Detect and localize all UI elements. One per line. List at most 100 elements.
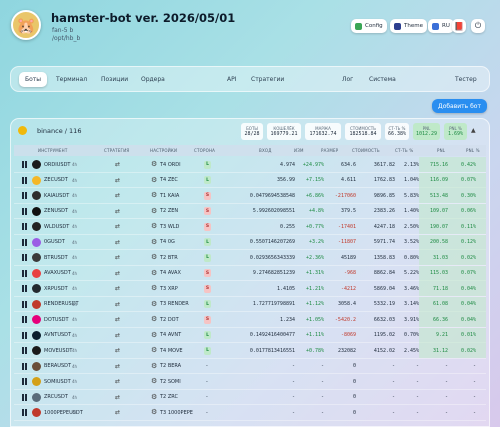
swap-icon[interactable]: ⇄ bbox=[115, 332, 120, 339]
settings-icon[interactable]: ⚙ bbox=[151, 331, 157, 339]
pause-icon[interactable] bbox=[22, 207, 27, 215]
table-row[interactable]: KAIAUSDT 4h ⇄ ⚙ T1 KAIA S 0.0479694538548 +6.86… bbox=[14, 188, 486, 204]
swap-icon[interactable]: ⇄ bbox=[115, 161, 120, 168]
setting-name[interactable]: T4 MOVE bbox=[160, 348, 183, 354]
instrument-symbol[interactable]: DOTUSDT bbox=[44, 317, 69, 323]
table-row[interactable]: BTRUSDT 4h ⇄ ⚙ T2 BTR L 0.0293656343339 +2.36% 4… bbox=[14, 250, 486, 266]
table-row[interactable]: 0GUSDT 4h ⇄ ⚙ T4 0G L 0.5507146207269 +3.2% -118… bbox=[14, 234, 486, 250]
pause-icon[interactable] bbox=[22, 176, 27, 184]
setting-name[interactable]: T2 ZRC bbox=[160, 394, 178, 400]
table-row[interactable]: DOTUSDT 4h ⇄ ⚙ T2 DOT S 1.234 +1.05% -5420.2 6632… bbox=[14, 312, 486, 328]
config-button[interactable]: Config bbox=[351, 19, 387, 33]
instrument-symbol[interactable]: AVAXUSDT bbox=[44, 270, 71, 276]
col-value-pct[interactable]: СТ-ТЬ % bbox=[395, 148, 413, 153]
tab-log[interactable]: Лог bbox=[336, 72, 359, 87]
table-row[interactable]: ZENUSDT 4h ⇄ ⚙ T2 ZEN S 5.992602098551 +4.8% 379… bbox=[14, 203, 486, 219]
instrument-symbol[interactable]: KAIAUSDT bbox=[44, 193, 69, 199]
pause-icon[interactable] bbox=[22, 223, 27, 230]
pause-icon[interactable] bbox=[22, 161, 27, 168]
swap-icon[interactable]: ⇄ bbox=[115, 270, 120, 277]
setting-name[interactable]: T2 BTR bbox=[160, 255, 178, 261]
setting-name[interactable]: T3 RENDER bbox=[160, 301, 189, 307]
swap-icon[interactable]: ⇄ bbox=[115, 285, 120, 292]
power-icon[interactable]: ⏻ bbox=[471, 19, 485, 33]
setting-name[interactable]: T1 KAIA bbox=[160, 193, 179, 199]
pause-icon[interactable] bbox=[22, 238, 27, 246]
setting-name[interactable]: T2 BERA bbox=[160, 363, 181, 369]
swap-icon[interactable]: ⇄ bbox=[115, 378, 120, 385]
table-row[interactable]: BERAUSDT 4h ⇄ ⚙ T2 BERA - - - 0 - - - - bbox=[14, 359, 486, 374]
setting-name[interactable]: T4 ZEC bbox=[160, 177, 178, 183]
tab-terminal[interactable]: Терминал bbox=[50, 72, 93, 87]
settings-icon[interactable]: ⚙ bbox=[151, 160, 157, 168]
setting-name[interactable]: T2 SOMI bbox=[160, 379, 181, 385]
pause-icon[interactable] bbox=[22, 347, 27, 354]
swap-icon[interactable]: ⇄ bbox=[115, 363, 120, 370]
col-pnl[interactable]: PNL bbox=[437, 148, 445, 153]
setting-name[interactable]: T2 ZEN bbox=[160, 208, 178, 214]
theme-button[interactable]: Theme bbox=[390, 19, 427, 33]
table-row[interactable]: SOMIUSDT 4h ⇄ ⚙ T2 SOMI - - - 0 - - - - bbox=[14, 374, 486, 390]
instrument-symbol[interactable]: XRPUSDT bbox=[44, 286, 68, 292]
instrument-symbol[interactable]: SOMIUSDT bbox=[44, 379, 71, 385]
instrument-symbol[interactable]: ORDIUSDT bbox=[44, 162, 70, 168]
instrument-symbol[interactable]: ZENUSDT bbox=[44, 208, 68, 214]
instrument-symbol[interactable]: WLDUSDT bbox=[44, 224, 69, 230]
col-settings[interactable]: НАСТРОЙКИ bbox=[150, 148, 177, 153]
table-row[interactable]: RENDERUSDT 4h ⇄ ⚙ T3 RENDER L 1.727719798891 +1… bbox=[14, 296, 486, 312]
settings-icon[interactable]: ⚙ bbox=[151, 315, 157, 323]
setting-name[interactable]: T4 AVAX bbox=[160, 270, 181, 276]
settings-icon[interactable]: ⚙ bbox=[151, 393, 157, 401]
book-icon[interactable]: 📕 bbox=[452, 19, 466, 33]
table-row[interactable]: AVNTUSDT 4h ⇄ ⚙ T4 AVNT L 0.1492416400477 +1.11… bbox=[14, 327, 486, 343]
tab-api[interactable]: API bbox=[221, 72, 243, 87]
pause-icon[interactable] bbox=[22, 192, 27, 199]
setting-name[interactable]: T4 ORDI bbox=[160, 162, 181, 168]
settings-icon[interactable]: ⚙ bbox=[151, 176, 157, 184]
col-entry[interactable]: ВХОД bbox=[259, 148, 272, 153]
tab-orders[interactable]: Ордера bbox=[135, 72, 171, 87]
setting-name[interactable]: T3 1000PEPE bbox=[160, 410, 193, 416]
table-row[interactable]: 1000PEPEUSDT 4h ⇄ ⚙ T3 1000PEPE - - -0- - - - bbox=[14, 405, 486, 421]
instrument-symbol[interactable]: AVNTUSDT bbox=[44, 332, 71, 338]
swap-icon[interactable]: ⇄ bbox=[115, 192, 120, 199]
table-row[interactable]: WLDUSDT 4h ⇄ ⚙ T3 WLD S 0.255 +0.77% -17401 4247.… bbox=[14, 219, 486, 235]
pause-icon[interactable] bbox=[22, 300, 27, 308]
swap-icon[interactable]: ⇄ bbox=[115, 239, 120, 246]
settings-icon[interactable]: ⚙ bbox=[151, 284, 157, 292]
instrument-symbol[interactable]: ZECUSDT bbox=[44, 177, 68, 183]
pause-icon[interactable] bbox=[22, 254, 27, 261]
pause-icon[interactable] bbox=[22, 409, 27, 416]
settings-icon[interactable]: ⚙ bbox=[151, 269, 157, 277]
settings-icon[interactable]: ⚙ bbox=[151, 238, 157, 246]
instrument-symbol[interactable]: ZRCUSDT bbox=[44, 394, 68, 400]
col-value[interactable]: СТОИМОСТЬ bbox=[352, 148, 380, 153]
swap-icon[interactable]: ⇄ bbox=[115, 394, 120, 401]
settings-icon[interactable]: ⚙ bbox=[151, 253, 157, 261]
settings-icon[interactable]: ⚙ bbox=[151, 408, 157, 416]
settings-icon[interactable]: ⚙ bbox=[151, 346, 157, 354]
swap-icon[interactable]: ⇄ bbox=[115, 254, 120, 261]
swap-icon[interactable]: ⇄ bbox=[115, 177, 120, 184]
pause-icon[interactable] bbox=[22, 393, 27, 401]
settings-icon[interactable]: ⚙ bbox=[151, 300, 157, 308]
instrument-symbol[interactable]: MOVEUSDT bbox=[44, 348, 72, 354]
collapse-button[interactable]: ▲ bbox=[471, 127, 476, 134]
pause-icon[interactable] bbox=[22, 269, 27, 277]
col-instrument[interactable]: ИНСТРУМЕНТ bbox=[38, 148, 68, 153]
pause-icon[interactable] bbox=[22, 316, 27, 323]
tab-system[interactable]: Система bbox=[363, 72, 402, 87]
setting-name[interactable]: T3 WLD bbox=[160, 224, 179, 230]
col-size[interactable]: РАЗМЕР bbox=[321, 148, 338, 153]
add-bot-button[interactable]: Добавить бот bbox=[432, 99, 487, 113]
instrument-symbol[interactable]: BTRUSDT bbox=[44, 255, 68, 261]
swap-icon[interactable]: ⇄ bbox=[115, 223, 120, 230]
col-pnl-pct[interactable]: PNL % bbox=[466, 148, 480, 153]
tab-tester[interactable]: Тестер bbox=[449, 72, 483, 87]
col-strategy[interactable]: СТРАТЕГИЯ bbox=[104, 148, 129, 153]
table-row[interactable]: ZRCUSDT 4h ⇄ ⚙ T2 ZRC - - - 0 - - - - bbox=[14, 390, 486, 405]
pause-icon[interactable] bbox=[22, 285, 27, 292]
col-change[interactable]: ИЗМ bbox=[294, 148, 304, 153]
instrument-symbol[interactable]: 0GUSDT bbox=[44, 239, 65, 245]
setting-name[interactable]: T3 XRP bbox=[160, 286, 178, 292]
